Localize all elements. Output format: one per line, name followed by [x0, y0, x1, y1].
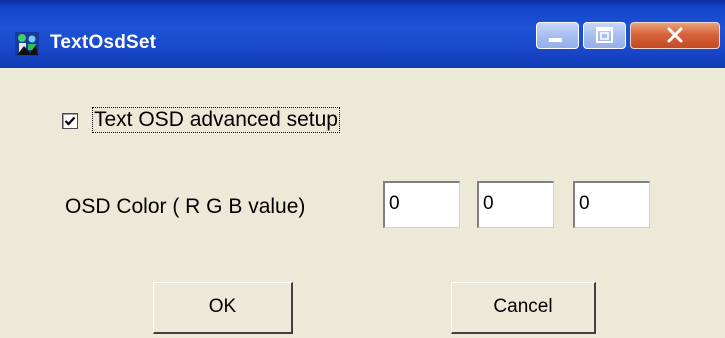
minimize-button[interactable] [536, 22, 579, 49]
title-bar[interactable]: TextOsdSet [0, 0, 725, 68]
close-icon [631, 23, 719, 48]
maximize-button[interactable] [583, 22, 626, 49]
minimize-icon [537, 23, 578, 48]
dialog-body: Text OSD advanced setup OSD Color ( R G … [0, 68, 725, 338]
advanced-setup-checkbox[interactable] [62, 113, 78, 129]
osd-color-g-input[interactable]: 0 [477, 181, 554, 228]
cancel-button[interactable]: Cancel [451, 282, 596, 334]
osd-color-r-input[interactable]: 0 [383, 181, 460, 228]
advanced-setup-label[interactable]: Text OSD advanced setup [92, 107, 340, 133]
maximize-icon [584, 23, 625, 48]
osd-color-label: OSD Color ( R G B value) [65, 195, 306, 218]
ok-button[interactable]: OK [153, 282, 293, 334]
window-title: TextOsdSet [50, 32, 157, 53]
app-icon [14, 31, 40, 57]
osd-color-b-input[interactable]: 0 [573, 181, 650, 228]
checkmark-icon [64, 116, 76, 126]
close-button[interactable] [630, 22, 720, 49]
dialog-window: TextOsdSet Text OSD advanced setup OSD C… [0, 0, 725, 338]
